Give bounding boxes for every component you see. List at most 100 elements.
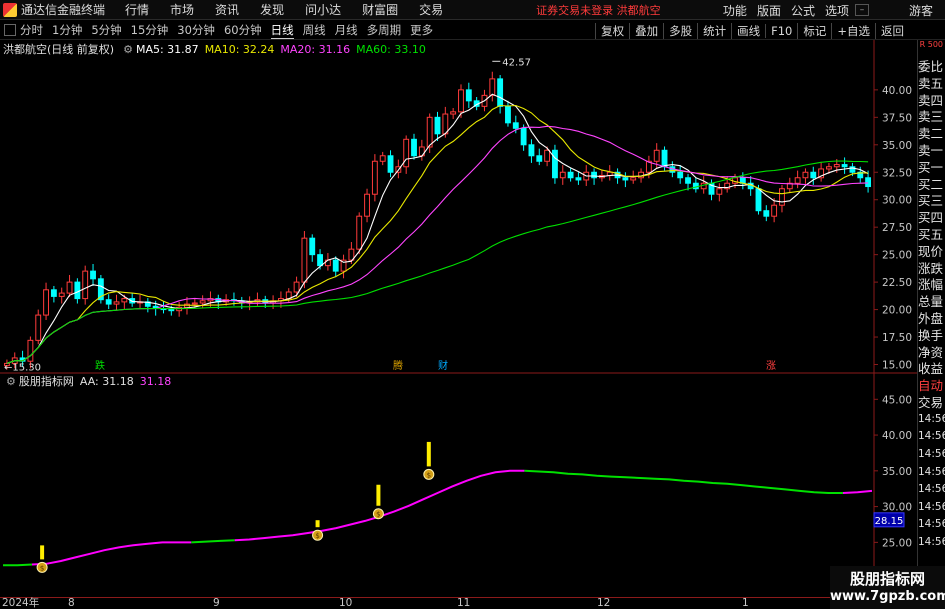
side-panel-item[interactable]: 卖二: [918, 125, 945, 142]
candle-body: [716, 188, 723, 195]
btn-diejia[interactable]: 叠加: [629, 22, 663, 39]
aa-curve-segment: [191, 539, 235, 544]
ma-line-ma10: [6, 104, 869, 364]
time-axis: 2024年 8 9 10 11 12 1: [0, 597, 917, 609]
candle-body: [332, 259, 339, 272]
period-weekly[interactable]: 周线: [303, 22, 326, 38]
menu-zixun[interactable]: 资讯: [215, 1, 239, 18]
side-panel-item[interactable]: 14:56: [918, 534, 945, 552]
period-1min[interactable]: 1分钟: [52, 22, 82, 38]
btn-duogu[interactable]: 多股: [663, 22, 697, 39]
candle-body: [528, 144, 535, 157]
side-panel-item[interactable]: 买三: [918, 192, 945, 209]
side-panel-item[interactable]: 卖五: [918, 75, 945, 92]
side-panel-item[interactable]: 14:56: [918, 411, 945, 429]
side-panel-item[interactable]: 净资: [918, 344, 945, 361]
side-panel-item[interactable]: 卖四: [918, 92, 945, 109]
signal-bar: [40, 545, 45, 560]
side-panel-item[interactable]: 现价: [918, 243, 945, 260]
period-daily[interactable]: 日线: [270, 22, 294, 39]
btn-tongji[interactable]: 统计: [697, 22, 731, 39]
menu-caifuquan[interactable]: 财富圈: [362, 1, 398, 18]
side-panel-item[interactable]: 买一: [918, 159, 945, 176]
period-30min[interactable]: 30分钟: [177, 22, 215, 38]
aa-curve-segment: [524, 469, 843, 494]
candle-body: [536, 155, 543, 162]
candle-body: [191, 302, 198, 305]
candle-body: [779, 188, 785, 206]
side-panel-item[interactable]: 总量: [918, 293, 945, 310]
side-panel-item[interactable]: 换手: [918, 327, 945, 344]
signal-bar: [315, 520, 320, 528]
aa-curve-segment: [3, 563, 33, 567]
candle-body: [301, 237, 308, 283]
btn-biaoji[interactable]: 标记: [797, 22, 831, 39]
menu-hangqing[interactable]: 行情: [125, 1, 149, 18]
watermark: 股朋指标网 www.7gpzb.com: [830, 566, 945, 609]
side-panel-item[interactable]: 买二: [918, 176, 945, 193]
side-panel-item[interactable]: 外盘: [918, 310, 945, 327]
btn-f10[interactable]: F10: [765, 23, 797, 38]
sub-indicator-name: 股朋指标网: [18, 375, 74, 388]
period-60min[interactable]: 60分钟: [224, 22, 262, 38]
menu-shichang[interactable]: 市场: [170, 1, 194, 18]
side-panel-item[interactable]: 卖一: [918, 142, 945, 159]
menu-jiaoyi[interactable]: 交易: [419, 1, 443, 18]
price-axis-label: 37.50: [882, 112, 912, 124]
side-panel-item[interactable]: 涨跌: [918, 260, 945, 277]
side-panel-item[interactable]: 14:56: [918, 499, 945, 517]
guest-label[interactable]: 游客: [909, 2, 933, 19]
side-panel-item[interactable]: 交易: [918, 394, 945, 411]
app-logo: 通达信金融终端: [0, 1, 125, 18]
side-panel-item[interactable]: 涨幅: [918, 276, 945, 293]
candle-body: [113, 301, 120, 305]
candle-body: [317, 254, 323, 267]
sub-axis-label: 45.00: [882, 394, 912, 406]
btn-huaxian[interactable]: 画线: [731, 22, 765, 39]
sub-current-value: 28.15: [875, 516, 904, 527]
candle-body: [434, 116, 441, 135]
side-panel-item[interactable]: 14:56: [918, 464, 945, 482]
menu-xuanxiang[interactable]: 选项: [825, 2, 849, 19]
chart-toolbar-right: 复权 叠加 多股 统计 画线 F10 标记 +自选 返回: [595, 21, 909, 40]
side-panel-item[interactable]: 买五: [918, 226, 945, 243]
side-panel-item[interactable]: 14:56: [918, 446, 945, 464]
minimize-icon[interactable]: –: [854, 4, 869, 16]
period-multi[interactable]: 多周期: [367, 22, 402, 38]
side-panel-item[interactable]: 14:56: [918, 428, 945, 446]
sub-indicator-strip: ⚙ 股朋指标网 AA: 31.18 31.18: [3, 374, 177, 389]
side-panel-item[interactable]: 买四: [918, 209, 945, 226]
price-axis-label: 32.50: [882, 167, 912, 179]
signal-bar: [376, 484, 381, 506]
ma10-label: MA10: 32.24: [204, 42, 275, 56]
btn-fuquan[interactable]: 复权: [595, 22, 629, 39]
side-panel-item[interactable]: 卖三: [918, 108, 945, 125]
side-panel-item[interactable]: 委比: [918, 58, 945, 75]
period-monthly[interactable]: 月线: [335, 22, 358, 38]
aa-curve-segment: [842, 489, 873, 494]
period-5min[interactable]: 5分钟: [91, 22, 121, 38]
settings-gear-icon[interactable]: ⚙: [123, 43, 133, 56]
side-panel-item[interactable]: 14:56: [918, 516, 945, 534]
sub-settings-gear-icon[interactable]: ⚙: [6, 375, 16, 388]
side-panel-item[interactable]: 自动: [918, 377, 945, 394]
btn-zixuan[interactable]: +自选: [831, 22, 875, 39]
menu-gongneng[interactable]: 功能: [723, 2, 747, 19]
menu-wenxiaoda[interactable]: 问小达: [305, 1, 341, 18]
period-fenshi[interactable]: 分时: [20, 22, 43, 38]
period-15min[interactable]: 15分钟: [131, 22, 169, 38]
candle-body: [199, 300, 206, 304]
side-panel-item[interactable]: 14:56: [918, 481, 945, 499]
menu-right-group: 功能 版面 公式 选项 – 游客: [713, 0, 945, 20]
toolbar-toggle-icon[interactable]: [4, 24, 16, 36]
menu-banmian[interactable]: 版面: [757, 2, 781, 19]
period-more[interactable]: 更多: [410, 22, 433, 38]
btn-fanhui[interactable]: 返回: [875, 22, 909, 39]
side-panel-item[interactable]: 收益: [918, 360, 945, 377]
watermark-line2: www.7gpzb.com: [830, 589, 945, 604]
kline-chart[interactable]: 40.00 37.50 35.00 32.50 30.00 27.50 25.00 22.50…: [0, 40, 917, 597]
menu-gongshi[interactable]: 公式: [791, 2, 815, 19]
candle-body: [630, 177, 637, 181]
menu-faxian[interactable]: 发现: [260, 1, 284, 18]
candle-body: [168, 309, 175, 312]
